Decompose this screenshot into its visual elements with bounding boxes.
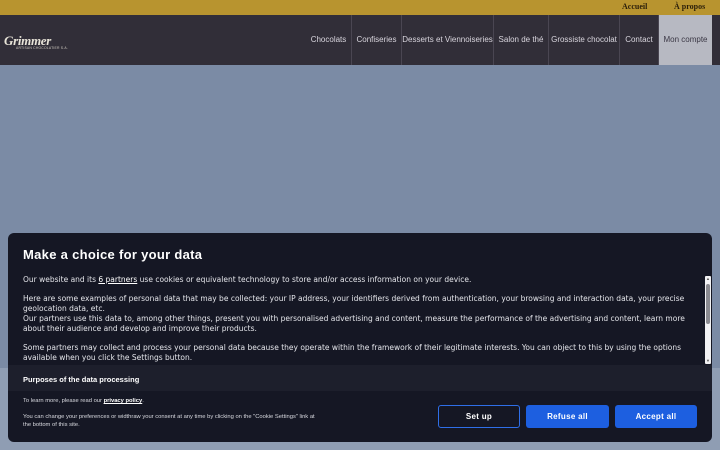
- consent-use: Our partners use this data to, among oth…: [23, 314, 685, 333]
- scroll-down-icon[interactable]: ▼: [706, 359, 710, 363]
- scroll-up-icon[interactable]: ▲: [706, 277, 710, 281]
- partners-link[interactable]: 6 partners: [98, 275, 137, 284]
- link-accueil[interactable]: Accueil: [622, 2, 647, 11]
- site-logo[interactable]: Grimmer ARTISAN CHOCOLATIER S.A.: [4, 33, 74, 55]
- consent-body[interactable]: Our website and its 6 partners use cooki…: [23, 275, 693, 367]
- purposes-section[interactable]: Purposes of the data processing: [8, 365, 712, 391]
- nav-item-grossiste[interactable]: Grossiste chocolat: [548, 15, 619, 65]
- nav-item-chocolats[interactable]: Chocolats: [306, 15, 351, 65]
- consent-legit: Some partners may collect and process yo…: [23, 343, 682, 362]
- consent-intro: Our website and its 6 partners use cooki…: [23, 275, 693, 285]
- cookie-consent-dialog: Make a choice for your data Our website …: [8, 233, 712, 442]
- logo-tagline: ARTISAN CHOCOLATIER S.A.: [16, 46, 68, 50]
- privacy-prefix: To learn more, please read our: [23, 398, 104, 404]
- purposes-heading: Purposes of the data processing: [23, 375, 140, 384]
- intro-prefix: Our website and its: [23, 275, 99, 284]
- nav-item-salon-de-the[interactable]: Salon de thé: [493, 15, 548, 65]
- privacy-suffix: .: [142, 398, 144, 404]
- nav-item-contact[interactable]: Contact: [619, 15, 658, 65]
- change-preferences-note: You can change your preferences or width…: [23, 414, 315, 428]
- privacy-policy-link[interactable]: privacy policy: [104, 398, 143, 404]
- refuse-all-button[interactable]: Refuse all: [526, 405, 609, 428]
- consent-scrollbar[interactable]: ▲ ▼: [705, 276, 711, 364]
- accept-all-button[interactable]: Accept all: [615, 405, 697, 428]
- nav-item-mon-compte[interactable]: Mon compte: [658, 15, 712, 65]
- consent-title: Make a choice for your data: [23, 247, 203, 262]
- nav-item-desserts[interactable]: Desserts et Viennoiseries: [401, 15, 493, 65]
- top-utility-bar: Accueil À propos: [0, 0, 720, 15]
- intro-suffix: use cookies or equivalent technology to …: [137, 275, 472, 284]
- consent-examples: Here are some examples of personal data …: [23, 294, 685, 313]
- privacy-line: To learn more, please read our privacy p…: [23, 397, 144, 405]
- nav-item-confiseries[interactable]: Confiseries: [351, 15, 401, 65]
- link-a-propos[interactable]: À propos: [674, 2, 705, 11]
- set-up-button[interactable]: Set up: [438, 405, 520, 428]
- scrollbar-thumb[interactable]: [706, 284, 710, 324]
